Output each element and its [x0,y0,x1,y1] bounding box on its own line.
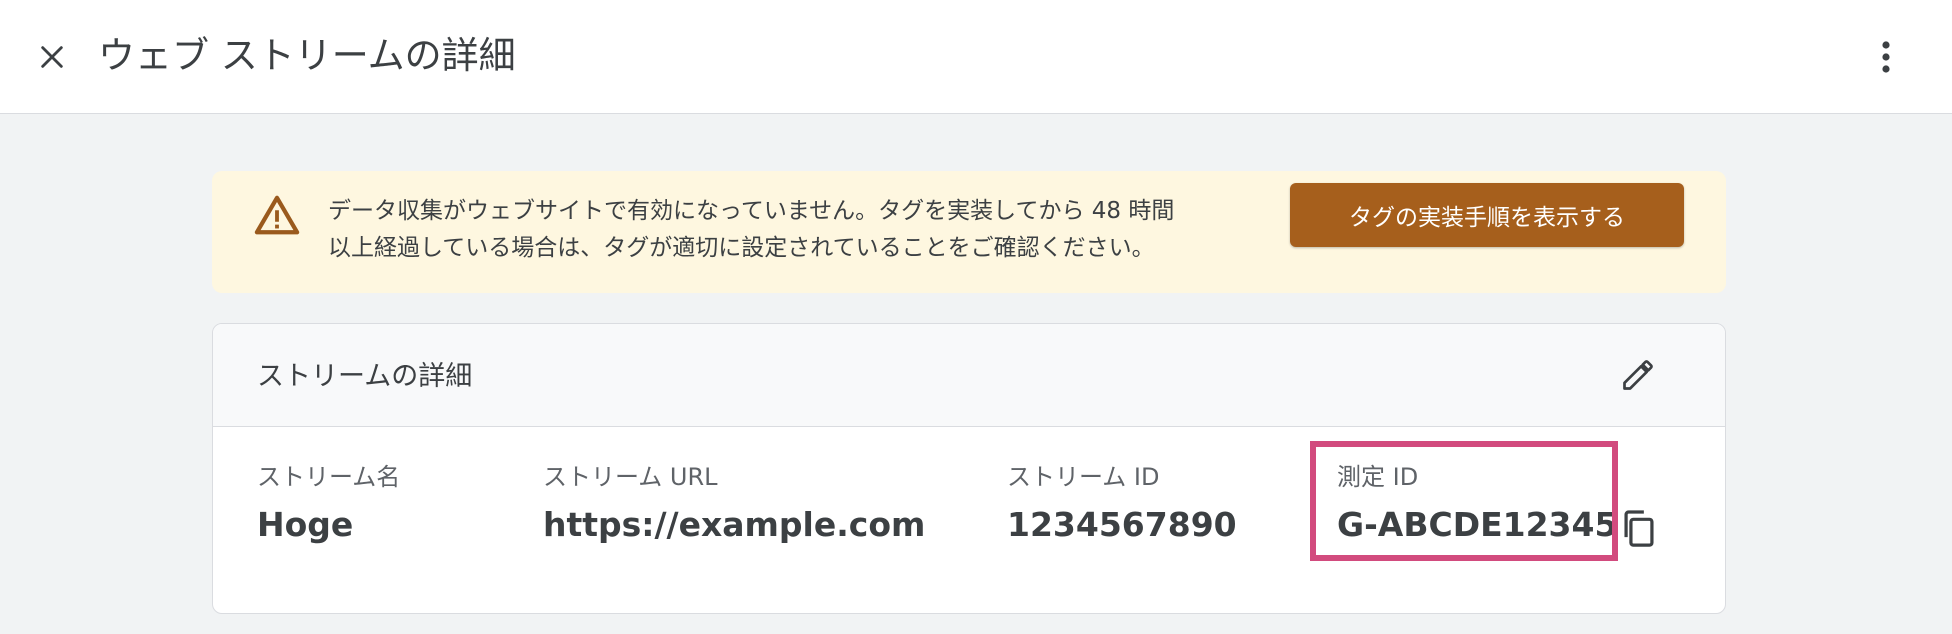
edit-button[interactable] [1615,352,1661,398]
more-options-button[interactable] [1862,33,1910,81]
warning-message-line-1: データ収集がウェブサイトで有効になっていません。タグを実装してから 48 時間 [328,198,1175,224]
stream-url-value: https://example.com [543,505,926,544]
warning-icon [254,195,300,235]
warning-banner: データ収集がウェブサイトで有効になっていません。タグを実装してから 48 時間 … [212,171,1726,293]
copy-measurement-id-button[interactable] [1614,504,1664,554]
field-stream-name: ストリーム名 Hoge [257,459,400,544]
view-tag-instructions-button[interactable]: タグの実装手順を表示する [1290,183,1684,247]
stream-details-card: ストリームの詳細 ストリーム名 Hoge ストリーム URL https://e… [212,323,1726,614]
stream-id-label: ストリーム ID [1007,463,1160,491]
card-header: ストリームの詳細 [213,324,1725,427]
stream-id-value: 1234567890 [1007,505,1237,544]
close-button[interactable] [28,33,76,81]
warning-message: データ収集がウェブサイトで有効になっていません。タグを実装してから 48 時間 … [328,193,1288,267]
more-vert-icon [1882,41,1890,73]
pencil-icon [1623,360,1653,390]
field-stream-id: ストリーム ID 1234567890 [1007,459,1237,544]
measurement-id-value[interactable]: G-ABCDE12345 [1337,505,1617,544]
close-icon [41,46,63,68]
measurement-id-label: 測定 ID [1337,463,1419,491]
card-title: ストリームの詳細 [257,361,473,392]
stream-name-value: Hoge [257,505,354,544]
field-stream-url: ストリーム URL https://example.com [543,459,925,544]
copy-icon [1624,510,1654,547]
field-measurement-id: 測定 ID G-ABCDE12345 [1337,459,1617,544]
warning-message-line-2: 以上経過している場合は、タグが適切に設定されていることをご確認ください。 [328,235,1155,261]
stream-name-label: ストリーム名 [257,463,401,491]
stream-url-label: ストリーム URL [543,463,718,491]
top-bar: ウェブ ストリームの詳細 [0,0,1952,114]
page-title: ウェブ ストリームの詳細 [98,34,516,77]
